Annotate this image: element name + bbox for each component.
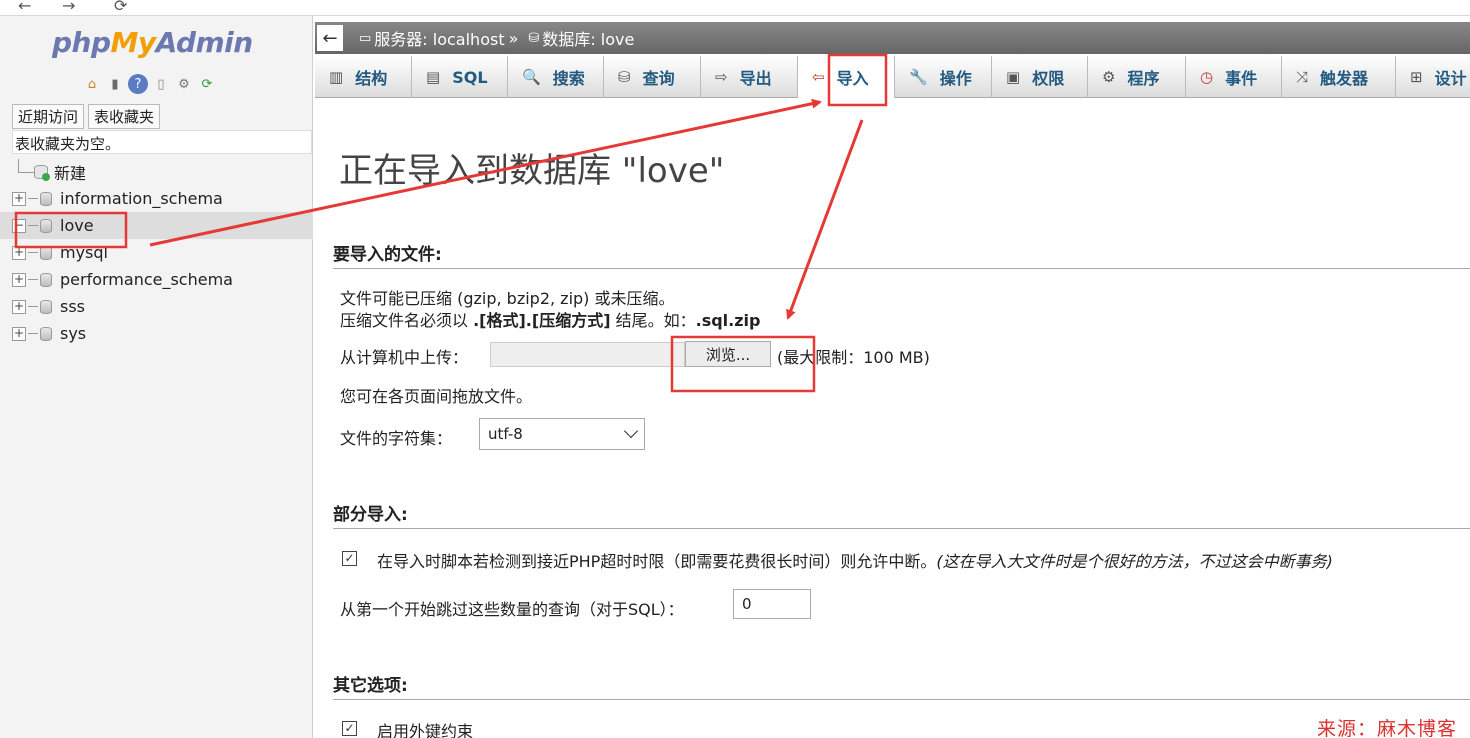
charset-label: 文件的字符集： bbox=[340, 429, 453, 448]
skip-queries-input[interactable]: 0 bbox=[733, 589, 811, 619]
expand-icon[interactable]: + bbox=[12, 326, 26, 341]
expand-icon[interactable]: + bbox=[12, 272, 26, 287]
breadcrumb-database[interactable]: 数据库: love bbox=[542, 26, 634, 50]
events-icon: ◷ bbox=[1200, 68, 1214, 86]
tab-export[interactable]: ⇨ 导出 bbox=[701, 56, 798, 98]
reload-icon[interactable]: ⟳ bbox=[197, 74, 217, 94]
database-icon bbox=[40, 191, 52, 206]
file-input[interactable] bbox=[490, 342, 685, 367]
favorites-empty-message: 表收藏夹为空。 bbox=[12, 130, 312, 154]
max-size-label: (最大限制：100 MB) bbox=[777, 348, 930, 367]
database-icon bbox=[40, 326, 52, 341]
tree-item-label: love bbox=[60, 216, 94, 235]
tree-item-love[interactable]: − love bbox=[0, 212, 313, 239]
nav-icon-bar: ⌂ ▮ ? ▯ ⚙ ⟳ bbox=[82, 74, 217, 94]
allow-interrupt-label: 在导入时脚本若检测到接近PHP超时时限（即需要花费很长时间）则允许中断。(这在导… bbox=[377, 552, 1333, 571]
expand-icon[interactable]: + bbox=[12, 299, 26, 314]
partial-section-heading: 部分导入: bbox=[333, 500, 1470, 529]
tree-item-new[interactable]: 新建 bbox=[0, 158, 313, 185]
docs-icon[interactable]: ▯ bbox=[151, 74, 171, 94]
help-icon[interactable]: ? bbox=[128, 74, 148, 94]
favorites-tab[interactable]: 表收藏夹 bbox=[88, 104, 161, 129]
wrench-icon: 🔧 bbox=[909, 68, 928, 86]
tab-routines[interactable]: ⚙ 程序 bbox=[1088, 56, 1186, 98]
search-icon: 🔍 bbox=[522, 68, 541, 86]
tree-item-label: sss bbox=[60, 297, 86, 316]
reload-icon[interactable]: ⟳ bbox=[114, 0, 127, 15]
triggers-icon: ⤨ bbox=[1296, 68, 1309, 86]
tab-designer[interactable]: ⊞ 设计 bbox=[1396, 56, 1470, 98]
drag-drop-hint: 您可在各页面间拖放文件。 bbox=[340, 387, 533, 406]
allow-interrupt-checkbox[interactable]: ✓ bbox=[342, 551, 357, 566]
database-icon bbox=[40, 272, 52, 287]
tree-item-performance-schema[interactable]: + performance_schema bbox=[0, 266, 313, 293]
home-icon[interactable]: ⌂ bbox=[82, 74, 102, 94]
privileges-icon: ▣ bbox=[1006, 68, 1021, 86]
database-icon bbox=[40, 245, 52, 260]
chevron-down-icon bbox=[623, 423, 639, 439]
new-database-icon bbox=[34, 164, 50, 181]
recent-tab[interactable]: 近期访问 bbox=[12, 104, 85, 129]
collapse-icon[interactable]: − bbox=[12, 218, 26, 233]
tab-events[interactable]: ◷ 事件 bbox=[1186, 56, 1282, 98]
upload-label: 从计算机中上传： bbox=[340, 348, 469, 367]
tree-item-information-schema[interactable]: + information_schema bbox=[0, 185, 313, 212]
tab-privileges[interactable]: ▣ 权限 bbox=[992, 56, 1088, 98]
charset-select[interactable]: utf-8 bbox=[479, 418, 645, 450]
settings-icon[interactable]: ⚙ bbox=[174, 74, 194, 94]
tree-item-label: performance_schema bbox=[60, 270, 233, 289]
query-icon: ⛁ bbox=[618, 68, 631, 86]
tree-item-sys[interactable]: + sys bbox=[0, 320, 313, 347]
skip-queries-label: 从第一个开始跳过这些数量的查询（对于SQL）： bbox=[340, 600, 684, 619]
tree-item-label: mysql bbox=[60, 243, 108, 262]
collapse-nav-button[interactable]: ← bbox=[317, 25, 343, 51]
import-page: 正在导入到数据库 "love" 要导入的文件: 文件可能已压缩 (gzip, b… bbox=[315, 99, 1470, 738]
tree-item-label: 新建 bbox=[54, 163, 87, 183]
database-icon: ⛁ bbox=[528, 30, 540, 46]
compression-note: 文件可能已压缩 (gzip, bzip2, zip) 或未压缩。 bbox=[340, 289, 675, 308]
nav-tabs: 近期访问 表收藏夹 bbox=[12, 104, 161, 129]
phpmyadmin-logo[interactable]: phpMyAdmin bbox=[52, 26, 253, 59]
page-title: 正在导入到数据库 "love" bbox=[339, 151, 725, 191]
tree-item-mysql[interactable]: + mysql bbox=[0, 239, 313, 266]
tab-sql[interactable]: ▤ SQL bbox=[412, 56, 508, 98]
tree-item-sss[interactable]: + sss bbox=[0, 293, 313, 320]
compression-format-note: 压缩文件名必须以 .[格式].[压缩方式] 结尾。如：.sql.zip bbox=[340, 311, 761, 330]
breadcrumb-separator: » bbox=[508, 28, 519, 48]
designer-icon: ⊞ bbox=[1410, 68, 1423, 86]
database-tree: 新建 + information_schema − love + mysql +… bbox=[0, 158, 313, 347]
navigation-panel: phpMyAdmin ⌂ ▮ ? ▯ ⚙ ⟳ 近期访问 表收藏夹 表收藏夹为空。… bbox=[0, 16, 313, 738]
tree-item-label: information_schema bbox=[60, 189, 223, 208]
back-icon[interactable]: ← bbox=[18, 0, 31, 15]
foreign-keys-label: 启用外键约束 bbox=[377, 722, 474, 738]
tab-operations[interactable]: 🔧 操作 bbox=[895, 56, 992, 98]
foreign-keys-checkbox[interactable]: ✓ bbox=[342, 721, 357, 736]
logout-icon[interactable]: ▮ bbox=[105, 74, 125, 94]
structure-icon: ▥ bbox=[329, 68, 344, 86]
routines-icon: ⚙ bbox=[1102, 68, 1116, 86]
server-icon: ▭ bbox=[359, 30, 372, 46]
tab-query[interactable]: ⛁ 查询 bbox=[604, 56, 701, 98]
import-icon: ⇦ bbox=[812, 68, 825, 86]
tab-triggers[interactable]: ⤨ 触发器 bbox=[1282, 56, 1396, 98]
other-section-heading: 其它选项: bbox=[333, 671, 1470, 700]
expand-icon[interactable]: + bbox=[12, 191, 26, 206]
main-tabs: ▥ 结构 ▤ SQL 🔍 搜索 ⛁ 查询 ⇨ 导出 ⇦ 导入 🔧 操作 ▣ 权限 ⚙ 程序 ◷ 事件… bbox=[315, 56, 1470, 98]
tab-structure[interactable]: ▥ 结构 bbox=[315, 56, 412, 98]
breadcrumb: ← ▭ 服务器: localhost » ⛁ 数据库: love bbox=[315, 22, 1470, 54]
tab-import[interactable]: ⇦ 导入 bbox=[798, 56, 895, 98]
database-icon bbox=[40, 218, 52, 233]
breadcrumb-server[interactable]: 服务器: localhost bbox=[374, 26, 504, 50]
tab-search[interactable]: 🔍 搜索 bbox=[508, 56, 604, 98]
browser-toolbar: ← → ⟳ bbox=[0, 0, 1470, 16]
database-icon bbox=[40, 299, 52, 314]
expand-icon[interactable]: + bbox=[12, 245, 26, 260]
watermark: 来源：麻木博客 bbox=[1317, 718, 1458, 738]
file-section-heading: 要导入的文件: bbox=[333, 240, 1470, 269]
browse-button[interactable]: 浏览... bbox=[685, 341, 771, 367]
tree-item-label: sys bbox=[60, 324, 87, 343]
export-icon: ⇨ bbox=[715, 68, 728, 86]
forward-icon[interactable]: → bbox=[62, 0, 75, 15]
sql-icon: ▤ bbox=[426, 68, 441, 86]
